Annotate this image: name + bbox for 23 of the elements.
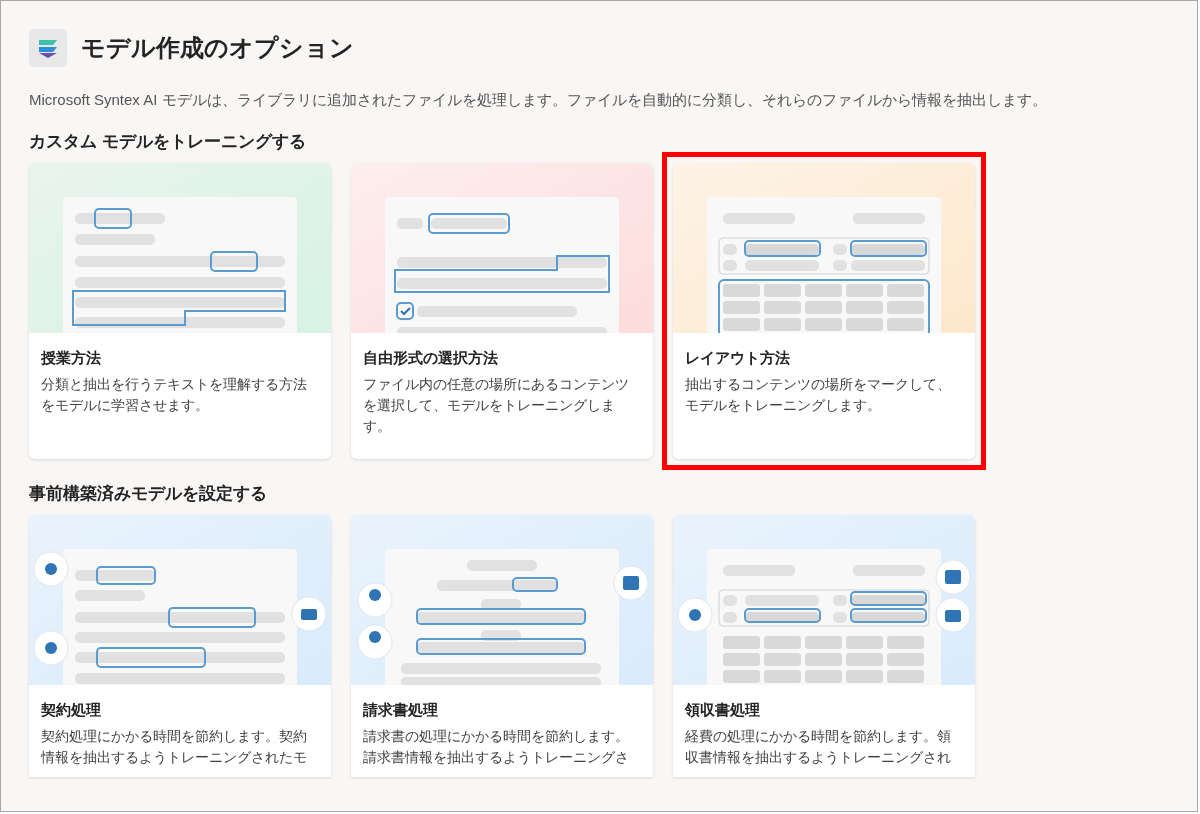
section-heading: カスタム モデルをトレーニングする — [29, 131, 307, 153]
option-card[interactable]: 自由形式の選択方法 ファイル内の任意の場所にあるコンテンツを選択して、モデルをトレーニングします。 — [351, 163, 653, 459]
card-description: 分類と抽出を行うテキストを理解する方法をモデルに学習させます。 — [41, 376, 308, 415]
option-card[interactable]: 請求書処理 請求書の処理にかかる時間を節約します。請求書情報を抽出するようトレーニングさ — [351, 515, 653, 777]
section-heading: 事前構築済みモデルを設定する — [29, 483, 268, 505]
card-description: 抽出するコンテンツの場所をマークして、モデルをトレーニングします。 — [685, 376, 952, 415]
card-description: 請求書の処理にかかる時間を節約します。請求書情報を抽出するようトレーニングさ — [363, 728, 630, 767]
card-title: 自由形式の選択方法 — [363, 349, 499, 368]
card-description: 契約処理にかかる時間を節約します。契約情報を抽出するようトレーニングされたモ — [41, 728, 308, 767]
card-title: 契約処理 — [41, 701, 102, 720]
option-card[interactable]: 授業方法 分類と抽出を行うテキストを理解する方法をモデルに学習させます。 — [29, 163, 331, 459]
card-title: レイアウト方法 — [685, 349, 791, 368]
option-card[interactable]: 領収書処理 経費の処理にかかる時間を節約します。領収書情報を抽出するようトレーニングされ — [673, 515, 975, 777]
option-card[interactable]: 契約処理 契約処理にかかる時間を節約します。契約情報を抽出するようトレーニングされたモ — [29, 515, 331, 777]
option-card[interactable]: レイアウト方法 抽出するコンテンツの場所をマークして、モデルをトレーニングします。 — [673, 163, 975, 459]
card-description: 経費の処理にかかる時間を節約します。領収書情報を抽出するようトレーニングされ — [685, 728, 952, 767]
page-description: Microsoft Syntex AI モデルは、ライブラリに追加されたファイルを処理します。ファイルを自動的に分類し、それらのファイルから情報を抽出します。 — [29, 91, 1048, 110]
card-title: 授業方法 — [41, 349, 102, 368]
card-title: 請求書処理 — [363, 701, 439, 720]
card-description: ファイル内の任意の場所にあるコンテンツを選択して、モデルをトレーニングします。 — [363, 376, 630, 436]
card-title: 領収書処理 — [685, 701, 761, 720]
layers-icon — [37, 37, 59, 59]
page-title: モデル作成のオプション — [81, 33, 354, 63]
